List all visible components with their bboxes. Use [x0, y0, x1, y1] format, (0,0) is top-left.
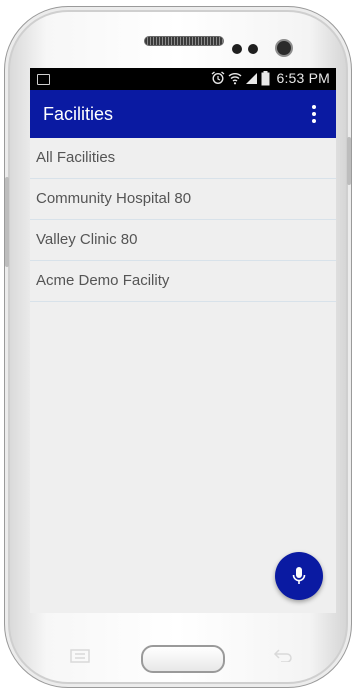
front-camera: [277, 41, 291, 55]
page-title: Facilities: [43, 104, 114, 124]
back-key-icon[interactable]: [272, 648, 294, 667]
home-button[interactable]: [141, 645, 225, 673]
earpiece-speaker: [144, 36, 224, 46]
microphone-icon: [292, 567, 306, 584]
proximity-sensor: [232, 44, 242, 54]
status-time: 6:53 PM: [276, 70, 330, 86]
wifi-icon: [228, 73, 242, 85]
facility-item-community-hospital[interactable]: Community Hospital 80: [30, 179, 336, 220]
overflow-menu-icon[interactable]: [300, 99, 328, 129]
facility-item-valley-clinic[interactable]: Valley Clinic 80: [30, 220, 336, 261]
menu-key-icon[interactable]: [70, 649, 90, 668]
power-key: [347, 137, 351, 185]
alarm-icon: [212, 71, 225, 85]
app-bar: Facilities: [30, 90, 336, 138]
battery-icon: [261, 70, 270, 85]
status-icons: 6:53 PM: [211, 70, 330, 86]
screen: 6:53 PM Facilities All Facilities Commun…: [30, 68, 336, 613]
facility-item-acme-demo[interactable]: Acme Demo Facility: [30, 261, 336, 302]
light-sensor: [248, 44, 258, 54]
facility-list: All Facilities Community Hospital 80 Val…: [30, 138, 336, 302]
facility-item-all[interactable]: All Facilities: [30, 138, 336, 179]
volume-key: [5, 177, 9, 267]
signal-icon: [246, 73, 258, 84]
status-bar: 6:53 PM: [30, 68, 336, 90]
image-notification-icon: [37, 74, 50, 85]
voice-fab-button[interactable]: [275, 552, 323, 600]
